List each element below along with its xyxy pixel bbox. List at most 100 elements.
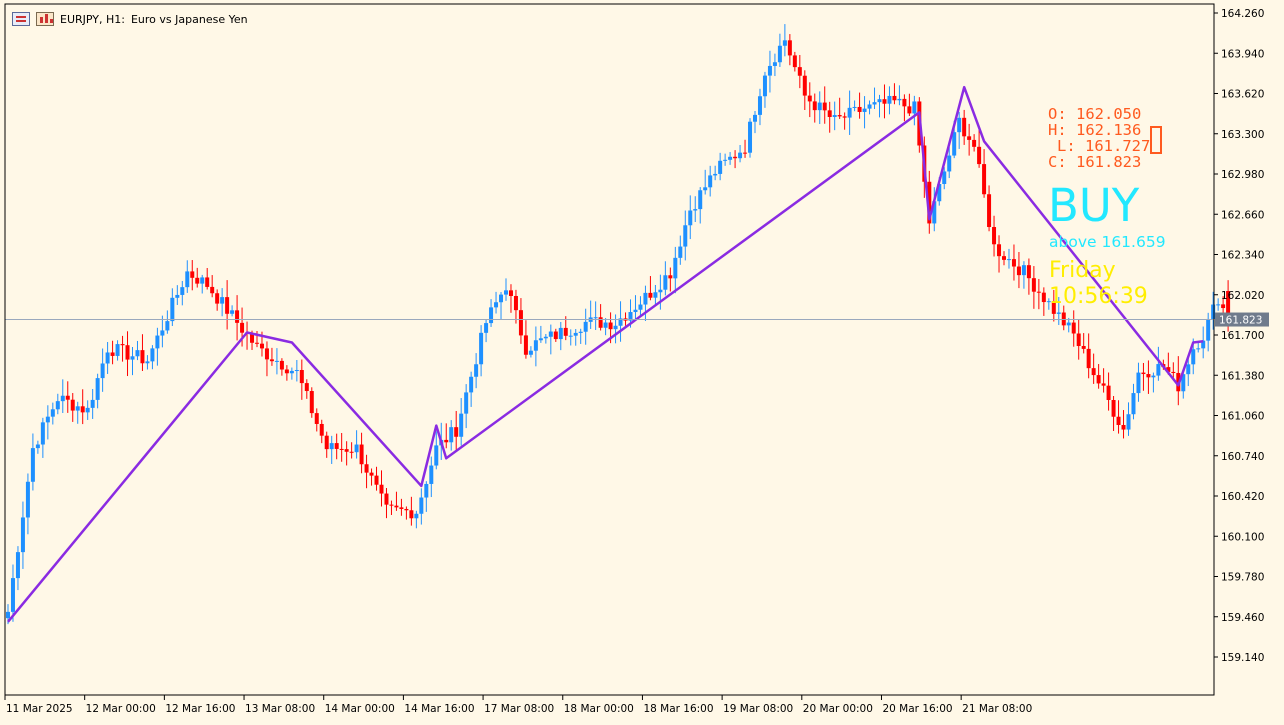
candle-body bbox=[1196, 348, 1201, 350]
candle-body bbox=[857, 106, 862, 112]
candle-body bbox=[1086, 348, 1091, 369]
y-tick-label: 160.740 bbox=[1221, 451, 1264, 463]
candle-body bbox=[379, 484, 384, 494]
candle-body bbox=[987, 194, 992, 228]
candle-body bbox=[504, 290, 508, 295]
candle-body bbox=[130, 356, 135, 360]
candle-body bbox=[374, 475, 379, 485]
candle-body bbox=[289, 370, 294, 374]
candle-body bbox=[683, 225, 688, 247]
candle-body bbox=[563, 327, 568, 336]
candle-body bbox=[817, 102, 822, 111]
candle-body bbox=[1186, 364, 1191, 375]
candle-body bbox=[484, 323, 489, 333]
candle-body bbox=[1126, 414, 1131, 430]
ohlc-panel: O: 162.050 H: 162.136 L: 161.727 C: 161.… bbox=[1048, 106, 1150, 170]
candle-body bbox=[1081, 346, 1086, 349]
low-value: L: 161.727 bbox=[1057, 137, 1151, 155]
current-price-line: 161.823 bbox=[5, 312, 1269, 327]
candle-body bbox=[957, 117, 962, 133]
candle-body bbox=[349, 451, 354, 453]
candle-body bbox=[324, 435, 329, 450]
candle-body bbox=[344, 449, 349, 452]
candle-body bbox=[269, 359, 274, 362]
candle-body bbox=[1056, 312, 1061, 314]
candle-body bbox=[299, 370, 304, 384]
candle-body bbox=[75, 406, 80, 411]
candle-body bbox=[528, 350, 533, 355]
candle-body bbox=[772, 62, 777, 66]
candle-body bbox=[1146, 374, 1151, 378]
candle-body bbox=[135, 350, 140, 357]
y-tick-label: 161.060 bbox=[1221, 411, 1264, 423]
candle-body bbox=[434, 445, 439, 466]
candle-body bbox=[200, 277, 205, 284]
candle-body bbox=[603, 322, 608, 328]
signal-detail: above 161.659 bbox=[1049, 233, 1166, 251]
candle-body bbox=[1036, 291, 1041, 293]
candle-body bbox=[792, 55, 797, 68]
candle-body bbox=[777, 45, 782, 63]
candle-body bbox=[215, 293, 220, 304]
candle-body bbox=[1216, 304, 1221, 306]
candle-body bbox=[852, 106, 857, 108]
candle-body bbox=[608, 322, 613, 330]
candle-body bbox=[568, 335, 573, 337]
candle-body bbox=[35, 444, 40, 449]
candle-body bbox=[648, 292, 653, 298]
candle-body bbox=[822, 102, 827, 111]
candle-body bbox=[469, 376, 474, 393]
candle-body bbox=[718, 160, 723, 174]
candle-body bbox=[902, 98, 907, 107]
candle-body bbox=[633, 309, 638, 313]
candle-body bbox=[728, 156, 733, 160]
candle-body bbox=[309, 391, 314, 414]
candle-body bbox=[175, 294, 180, 298]
y-tick-label: 164.260 bbox=[1221, 8, 1264, 20]
candle-box-icon bbox=[1150, 126, 1162, 154]
candle-body bbox=[105, 352, 110, 364]
candle-body bbox=[1141, 372, 1146, 375]
zigzag-line bbox=[7, 85, 1204, 623]
candle-body bbox=[210, 286, 215, 294]
candle-body bbox=[1116, 416, 1121, 425]
candle-body bbox=[115, 344, 120, 356]
candle-body bbox=[479, 332, 484, 365]
candle-body bbox=[125, 345, 130, 360]
candle-body bbox=[60, 395, 65, 402]
y-tick-label: 162.980 bbox=[1221, 169, 1264, 181]
candle-body bbox=[185, 271, 190, 288]
candle-body bbox=[409, 510, 414, 519]
candle-body bbox=[952, 132, 957, 156]
candle-body bbox=[947, 155, 952, 172]
candle-chart-icon[interactable] bbox=[36, 12, 54, 26]
candle-body bbox=[70, 399, 75, 411]
candle-body bbox=[464, 392, 469, 414]
x-tick-label: 20 Mar 16:00 bbox=[882, 703, 952, 715]
candle-body bbox=[812, 101, 817, 111]
y-tick-label: 161.380 bbox=[1221, 370, 1264, 382]
candle-body bbox=[508, 290, 513, 296]
candle-body bbox=[1061, 312, 1066, 326]
y-tick-label: 162.340 bbox=[1221, 250, 1264, 262]
candle-body bbox=[364, 464, 369, 473]
symbol-label: EURJPY, H1: bbox=[60, 12, 125, 26]
candle-body bbox=[1091, 368, 1096, 376]
candle-body bbox=[877, 99, 882, 103]
x-tick-label: 21 Mar 08:00 bbox=[962, 703, 1032, 715]
candle-body bbox=[50, 409, 55, 417]
candle-body bbox=[767, 65, 772, 76]
day-label: Friday bbox=[1049, 258, 1116, 283]
symbol-description: Euro vs Japanese Yen bbox=[130, 12, 248, 26]
candle-body bbox=[1002, 256, 1006, 260]
candle-body bbox=[1171, 371, 1176, 373]
candle-body bbox=[807, 95, 812, 102]
candle-body bbox=[1151, 375, 1156, 378]
candle-body bbox=[264, 348, 269, 360]
candle-body bbox=[523, 335, 528, 355]
candle-body bbox=[1191, 349, 1196, 365]
x-tick-label: 19 Mar 08:00 bbox=[723, 703, 793, 715]
chart-window-icon[interactable] bbox=[12, 12, 30, 26]
candle-body bbox=[733, 156, 738, 159]
candle-body bbox=[1031, 278, 1036, 292]
